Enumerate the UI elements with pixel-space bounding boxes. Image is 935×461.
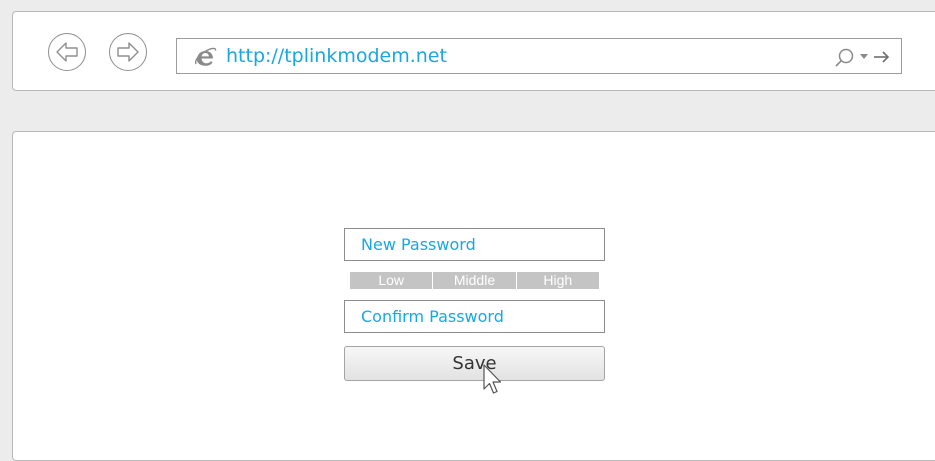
forward-button[interactable] — [109, 33, 147, 71]
browser-toolbar: http://tplinkmodem.net — [12, 11, 935, 91]
url-text: http://tplinkmodem.net — [226, 45, 447, 67]
go-arrow-icon[interactable] — [873, 49, 891, 65]
strength-high: High — [516, 272, 599, 289]
back-arrow-icon — [56, 42, 78, 62]
confirm-password-field[interactable] — [344, 300, 605, 333]
new-password-input[interactable] — [345, 229, 604, 260]
page-content: Low Middle High Save — [12, 131, 935, 461]
ie-icon — [194, 47, 217, 66]
address-bar[interactable]: http://tplinkmodem.net — [176, 38, 902, 74]
search-icon[interactable] — [833, 47, 855, 69]
save-button[interactable]: Save — [344, 346, 605, 381]
chevron-down-icon[interactable] — [859, 53, 869, 61]
strength-middle: Middle — [433, 272, 517, 289]
back-button[interactable] — [48, 33, 86, 71]
forward-arrow-icon — [117, 42, 139, 62]
strength-low: Low — [350, 272, 434, 289]
password-strength-meter: Low Middle High — [350, 272, 599, 289]
confirm-password-input[interactable] — [345, 301, 604, 332]
new-password-field[interactable] — [344, 228, 605, 261]
